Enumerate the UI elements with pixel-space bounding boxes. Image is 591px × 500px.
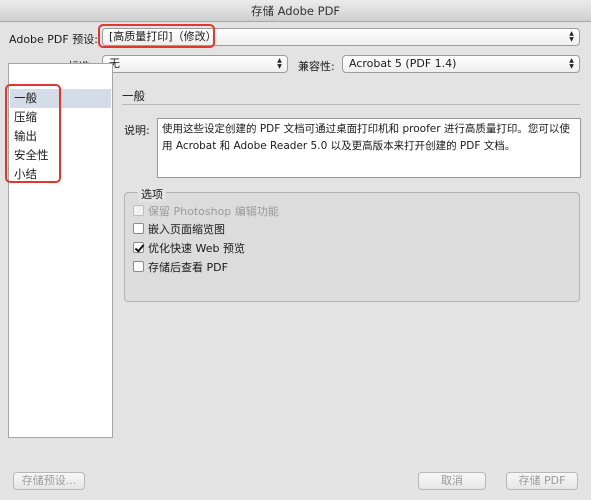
- save-pdf-button[interactable]: 存储 PDF: [506, 472, 578, 490]
- option-label: 优化快速 Web 预览: [148, 242, 245, 255]
- select-arrows-icon: ▲ ▼: [569, 30, 574, 43]
- option-label: 存储后查看 PDF: [148, 261, 228, 274]
- compat-label: 兼容性:: [298, 60, 335, 73]
- preset-label: Adobe PDF 预设:: [9, 33, 98, 46]
- select-arrows-icon: ▲ ▼: [277, 57, 282, 70]
- sidebar-highlight-box: [5, 84, 61, 183]
- window-title: 存储 Adobe PDF: [0, 0, 591, 22]
- preset-highlight-box: [98, 24, 215, 48]
- save-preset-button[interactable]: 存储预设...: [13, 472, 85, 490]
- checkbox[interactable]: [133, 205, 144, 216]
- checkbox[interactable]: [133, 261, 144, 272]
- options-title: 选项: [138, 186, 166, 202]
- compat-value: Acrobat 5 (PDF 1.4): [349, 57, 457, 70]
- checkbox-checked[interactable]: [133, 242, 144, 253]
- panel-divider: [122, 104, 580, 105]
- standard-select[interactable]: 无 ▲ ▼: [102, 55, 288, 73]
- option-label: 嵌入页面缩览图: [148, 223, 225, 236]
- checkbox[interactable]: [133, 223, 144, 234]
- description-box: 使用这些设定创建的 PDF 文档可通过桌面打印机和 proofer 进行高质量打…: [157, 118, 581, 178]
- option-label: 保留 Photoshop 编辑功能: [148, 205, 279, 218]
- select-arrows-icon: ▲ ▼: [569, 57, 574, 70]
- option-embed-thumbnails[interactable]: 嵌入页面缩览图: [133, 223, 225, 239]
- description-label: 说明:: [124, 124, 150, 137]
- option-view-after-save[interactable]: 存储后查看 PDF: [133, 261, 228, 277]
- option-fast-web-view[interactable]: 优化快速 Web 预览: [133, 242, 245, 258]
- compat-select[interactable]: Acrobat 5 (PDF 1.4) ▲ ▼: [342, 55, 580, 73]
- cancel-button[interactable]: 取消: [418, 472, 486, 490]
- panel-title: 一般: [122, 89, 145, 103]
- option-preserve-photoshop[interactable]: 保留 Photoshop 编辑功能: [133, 205, 279, 221]
